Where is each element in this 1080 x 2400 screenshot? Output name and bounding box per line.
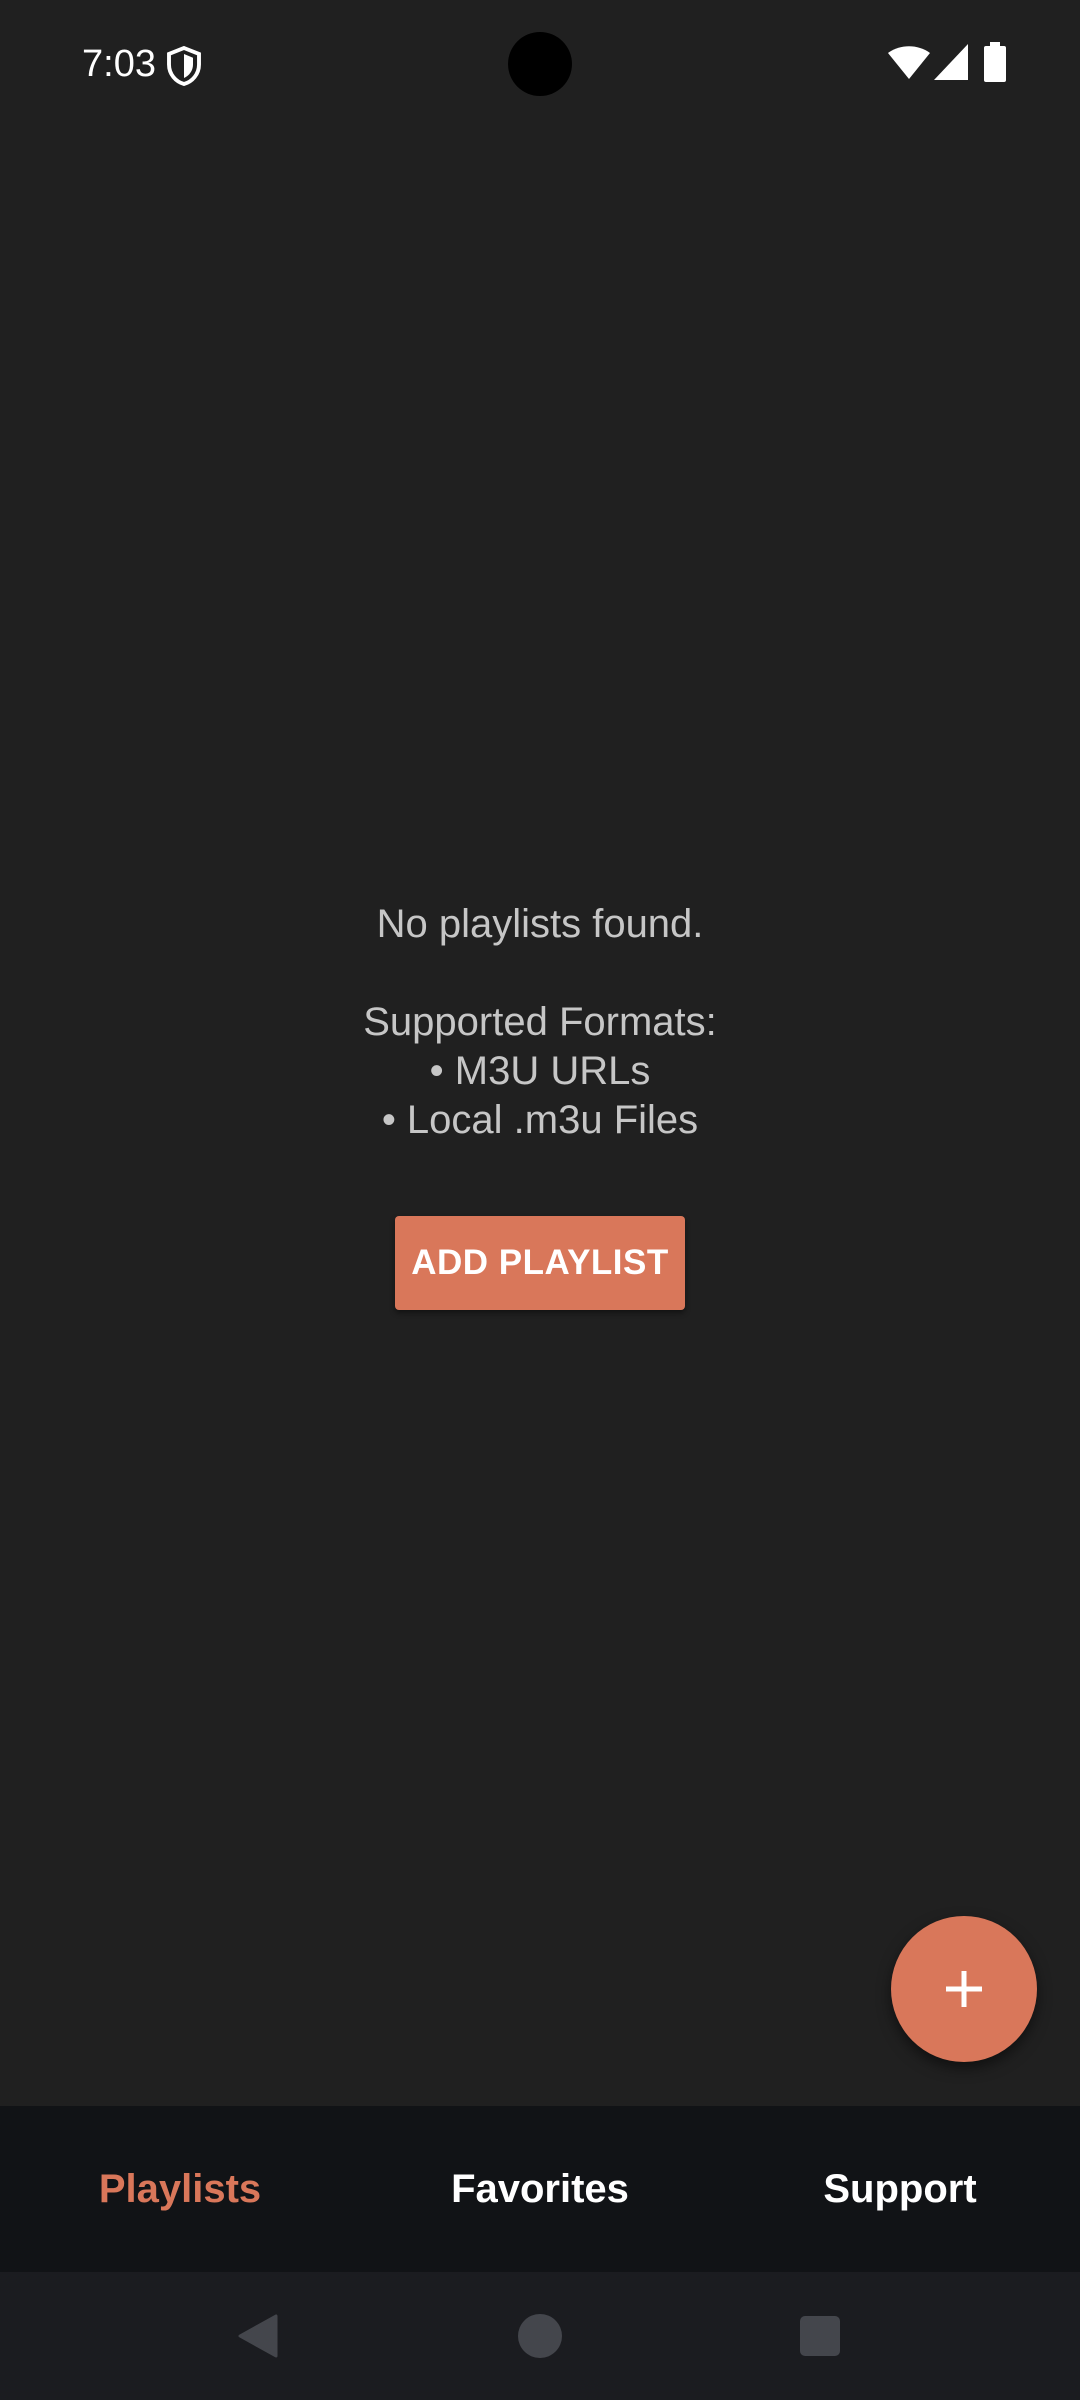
empty-state-title: No playlists found. [376, 902, 704, 946]
status-time: 7:03 [82, 43, 156, 85]
supported-formats: Supported Formats: • M3U URLs • Local .m… [0, 998, 1080, 1145]
status-bar: 7:03 [0, 0, 1080, 128]
camera-cutout [508, 32, 572, 96]
signal-icon [934, 44, 968, 80]
battery-icon [984, 42, 1006, 82]
recents-icon[interactable] [800, 2316, 840, 2356]
tab-support[interactable]: Support [720, 2106, 1080, 2272]
tab-favorites[interactable]: Favorites [360, 2106, 720, 2272]
add-playlist-button[interactable]: ADD PLAYLIST [395, 1216, 685, 1310]
formats-heading: Supported Formats: [363, 1000, 717, 1044]
format-item-local-files: • Local .m3u Files [381, 1098, 699, 1142]
empty-state-message: No playlists found. Supported Formats: •… [0, 900, 1080, 1145]
add-fab-button[interactable] [891, 1916, 1037, 2062]
shield-icon [167, 46, 201, 86]
home-icon[interactable] [518, 2314, 562, 2358]
format-item-m3u-urls: • M3U URLs [429, 1049, 651, 1093]
screen: 7:03 No playlists found. Supported Forma… [0, 0, 1080, 2400]
system-navigation-bar [0, 2272, 1080, 2400]
tab-playlists[interactable]: Playlists [0, 2106, 360, 2272]
plus-icon [946, 1971, 982, 2007]
wifi-icon [888, 46, 930, 79]
bottom-navigation: Playlists Favorites Support [0, 2106, 1080, 2272]
back-icon[interactable] [236, 2314, 278, 2358]
